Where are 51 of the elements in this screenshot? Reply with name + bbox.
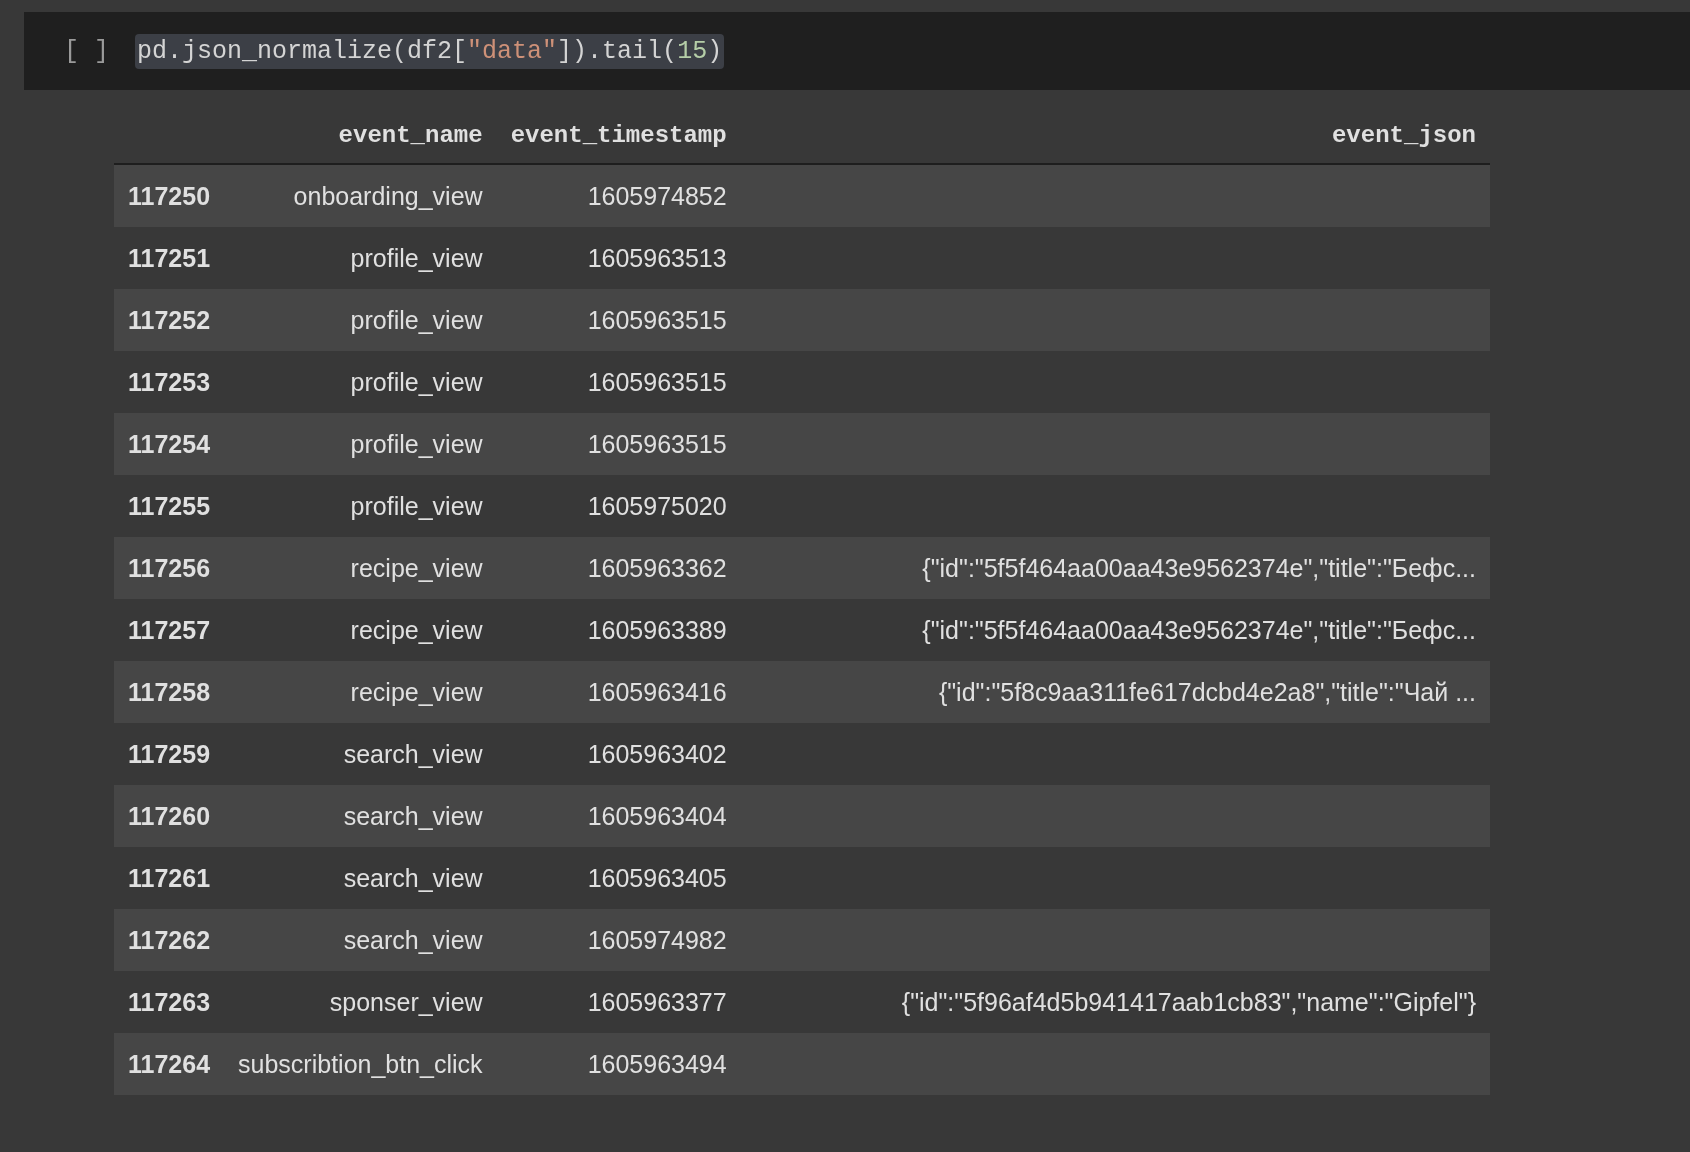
row-index: 117258 xyxy=(114,661,225,723)
table-cell: 1605963494 xyxy=(496,1033,741,1095)
table-cell: 1605963405 xyxy=(496,847,741,909)
table-cell: profile_view xyxy=(224,475,497,537)
table-cell: recipe_view xyxy=(224,599,497,661)
table-cell: 1605963377 xyxy=(496,971,741,1033)
table-cell: {"id":"5f5f464aa00aa43e9562374e","title":"Бефс... xyxy=(922,615,1476,644)
table-cell: {"id":"5f5f464aa00aa43e9562374e","title":"Бефс... xyxy=(922,553,1476,582)
table-cell: 1605963515 xyxy=(496,289,741,351)
table-cell: recipe_view xyxy=(224,537,497,599)
row-index: 117256 xyxy=(114,537,225,599)
table-cell: 1605963362 xyxy=(496,537,741,599)
row-index: 117262 xyxy=(114,909,225,971)
table-cell: profile_view xyxy=(224,227,497,289)
row-index: 117259 xyxy=(114,723,225,785)
row-index: 117260 xyxy=(114,785,225,847)
table-cell: search_view xyxy=(224,847,497,909)
row-index: 117257 xyxy=(114,599,225,661)
table-cell: 1605974982 xyxy=(496,909,741,971)
table-cell: {"id":"5f8c9aa311fe617dcbd4e2a8","title":"Чай ... xyxy=(938,677,1476,706)
execution-prompt: [ ] xyxy=(64,36,109,66)
table-cell: 1605963515 xyxy=(496,351,741,413)
table-cell: 1605963389 xyxy=(496,599,741,661)
table-cell: 1605975020 xyxy=(496,475,741,537)
row-index: 117254 xyxy=(114,413,225,475)
table-cell: recipe_view xyxy=(224,661,497,723)
table-cell: search_view xyxy=(224,723,497,785)
row-index: 117255 xyxy=(114,475,225,537)
table-cell: sponser_view xyxy=(224,971,497,1033)
row-index: 117252 xyxy=(114,289,225,351)
table-cell: profile_view xyxy=(224,351,497,413)
row-index: 117263 xyxy=(114,971,225,1033)
table-cell: 1605963404 xyxy=(496,785,741,847)
row-index: 117250 xyxy=(114,164,225,227)
table-cell: profile_view xyxy=(224,413,497,475)
row-index: 117251 xyxy=(114,227,225,289)
code-cell[interactable]: [ ] pd.json_normalize(df2["data"]).tail(15) xyxy=(24,12,1690,90)
table-cell: search_view xyxy=(224,909,497,971)
table-cell: 1605963515 xyxy=(496,413,741,475)
row-index: 117253 xyxy=(114,351,225,413)
row-index: 117261 xyxy=(114,847,225,909)
table-cell: subscribtion_btn_click xyxy=(224,1033,497,1095)
table-cell: 1605963402 xyxy=(496,723,741,785)
table-cell: 1605963513 xyxy=(496,227,741,289)
table-cell: {"id":"5f96af4d5b941417aab1cb83","name":"Gipfel"} xyxy=(901,987,1476,1016)
table-cell: profile_view xyxy=(224,289,497,351)
table-cell: search_view xyxy=(224,785,497,847)
row-index: 117264 xyxy=(114,1033,225,1095)
table-cell: 1605963416 xyxy=(496,661,741,723)
table-cell: onboarding_view xyxy=(224,164,497,227)
table-cell: 1605974852 xyxy=(496,164,741,227)
